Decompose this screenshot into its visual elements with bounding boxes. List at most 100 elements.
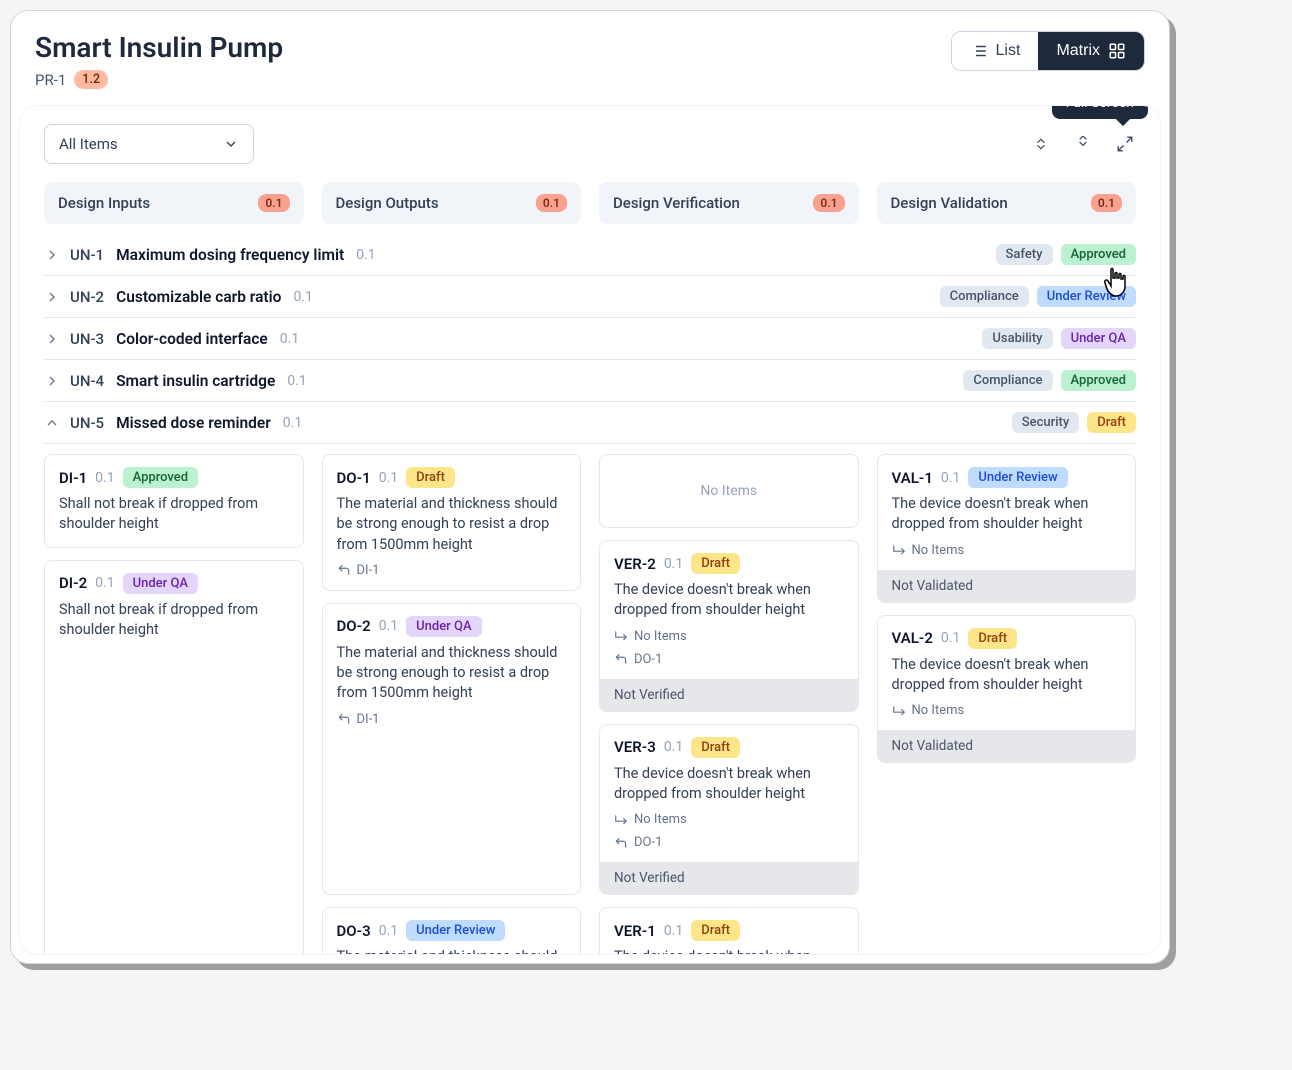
card-status-tag: Under Review [406,920,505,941]
columns-header: Design Inputs 0.1 Design Outputs 0.1 Des… [44,182,1136,224]
category-tag: Compliance [963,370,1052,391]
card-footer-status: Not Verified [600,679,858,711]
sort-button[interactable] [1030,133,1052,155]
card-id: DO-3 [337,922,371,940]
card-version: 0.1 [95,575,114,591]
row-version: 0.1 [280,331,299,347]
filter-select[interactable]: All Items [44,124,254,164]
card-status-tag: Draft [691,553,740,574]
cards-grid: DI-1 0.1 Approved Shall not break if droppe… [44,454,1136,955]
app-window: Smart Insulin Pump PR-1 1.2 List Matrix [10,10,1170,964]
row-id: UN-5 [70,414,104,432]
card-version: 0.1 [379,618,398,634]
item-card[interactable]: DO-20.1Under QAThe material and thicknes… [322,603,582,895]
column-header-design-validation[interactable]: Design Validation 0.1 [877,182,1137,224]
card-version: 0.1 [941,630,960,646]
column-title: Design Inputs [58,194,150,212]
child-no-items: No Items [614,812,844,827]
item-card[interactable]: VER-3 0.1 Draft The device doesn't break wh… [599,724,859,896]
category-tag: Usability [982,328,1052,349]
column-count-badge: 0.1 [1091,194,1122,212]
list-view-button[interactable]: List [952,32,1039,70]
requirement-row[interactable]: UN-3Color-coded interface0.1UsabilityUnd… [44,318,1136,360]
version-badge: 1.2 [74,70,108,89]
column-design-outputs: DO-10.1DraftThe material and thickness s… [322,454,582,955]
item-card[interactable]: VAL-20.1DraftThe device doesn't break wh… [877,615,1137,764]
expand-chevron-icon[interactable] [44,331,62,347]
row-title: Color-coded interface [116,330,268,348]
item-card[interactable]: DO-10.1DraftThe material and thickness s… [322,454,582,591]
parent-ref: DI-1 [337,712,567,727]
column-header-design-inputs[interactable]: Design Inputs 0.1 [44,182,304,224]
fullscreen-button[interactable] [1114,133,1136,155]
no-items-placeholder: No Items [599,454,859,528]
item-card[interactable]: DI-10.1ApprovedShall not break if droppe… [44,454,304,548]
card-id: VER-3 [614,738,656,756]
item-card[interactable]: VER-20.1DraftThe device doesn't break wh… [599,540,859,712]
column-header-design-verification[interactable]: Design Verification 0.1 [599,182,859,224]
category-tag: Security [1012,412,1079,433]
card-id: VAL-1 [892,469,933,487]
column-header-design-outputs[interactable]: Design Outputs 0.1 [322,182,582,224]
list-icon [970,42,988,60]
card-description: The device doesn't break when dropped fr… [892,494,1122,535]
content-panel: All Items Full Screen [19,105,1161,955]
item-card[interactable]: DI-20.1Under QAShall not break if droppe… [44,560,304,955]
item-card[interactable]: VER-10.1DraftThe device doesn't break wh… [599,907,859,955]
parent-ref: DI-1 [337,563,567,578]
requirement-row[interactable]: UN-4Smart insulin cartridge0.1Compliance… [44,360,1136,402]
card-footer-status: Not Verified [600,862,858,894]
card-id: VER-2 [614,555,656,573]
card-status-tag: Draft [691,920,740,941]
matrix-view-button[interactable]: Matrix [1038,32,1144,70]
card-description: The material and thickness should be str… [337,643,567,704]
list-view-label: List [996,42,1021,60]
expand-chevron-icon[interactable] [44,247,62,263]
grid-icon [1108,42,1126,60]
status-tag: Under Review [1037,286,1136,307]
page-header: Smart Insulin Pump PR-1 1.2 List Matrix [11,11,1169,97]
project-id: PR-1 [35,71,66,89]
expand-chevron-icon[interactable] [44,415,62,431]
requirement-row[interactable]: UN-2Customizable carb ratio0.1Compliance… [44,276,1136,318]
row-id: UN-2 [70,288,104,306]
card-description: The material and thickness should [337,947,567,955]
expand-chevron-icon[interactable] [44,373,62,389]
requirement-row[interactable]: UN-1Maximum dosing frequency limit0.1Saf… [44,234,1136,276]
parent-ref: DO-1 [614,652,844,667]
status-tag: Approved [1061,370,1137,391]
row-version: 0.1 [356,247,375,263]
child-no-items: No Items [614,629,844,644]
card-status-tag: Under Review [968,467,1067,488]
card-id: DO-2 [337,617,371,635]
matrix-view-label: Matrix [1056,42,1100,60]
item-card[interactable]: DO-30.1Under ReviewThe material and thic… [322,907,582,955]
card-version: 0.1 [664,739,683,755]
row-title: Maximum dosing frequency limit [116,246,344,264]
column-count-badge: 0.1 [258,194,289,212]
card-version: 0.1 [664,923,683,939]
requirement-row[interactable]: UN-5Missed dose reminder0.1SecurityDraft [44,402,1136,444]
card-description: The device doesn't break when dropped fr… [614,580,844,621]
row-title: Missed dose reminder [116,414,271,432]
column-title: Design Outputs [336,194,439,212]
column-design-inputs: DI-1 0.1 Approved Shall not break if droppe… [44,454,304,955]
item-card[interactable]: VAL-10.1Under ReviewThe device doesn't b… [877,454,1137,603]
card-status-tag: Draft [691,737,740,758]
child-no-items: No Items [892,703,1122,718]
card-description: Shall not break if dropped from shoulder… [59,600,289,641]
status-tag: Under QA [1061,328,1136,349]
page-title: Smart Insulin Pump [35,31,283,64]
card-id: DI-1 [59,469,87,487]
card-status-tag: Approved [123,467,199,488]
row-title: Smart insulin cartridge [116,372,275,390]
card-id: VER-1 [614,922,656,940]
card-description: The device doesn't break when dropped fr… [614,764,844,805]
expand-chevron-icon[interactable] [44,289,62,305]
card-description: The device doesn't break when dropped fr… [892,655,1122,696]
row-version: 0.1 [287,373,306,389]
column-title: Design Validation [891,194,1008,212]
card-id: VAL-2 [892,629,933,647]
collapse-button[interactable] [1072,133,1094,155]
card-id: DO-1 [337,469,371,487]
